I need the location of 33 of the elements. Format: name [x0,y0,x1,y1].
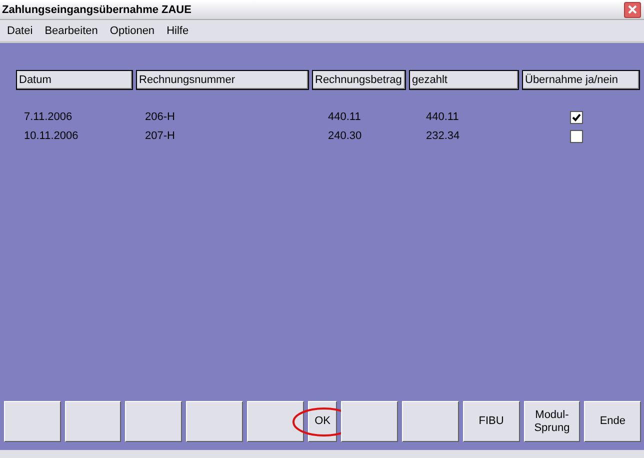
table-cell: 440.11 [328,111,361,123]
column-header: Übernahme ja/nein [522,70,640,90]
empty-button[interactable] [186,401,243,442]
function-button[interactable]: OK [308,401,338,442]
empty-button[interactable] [64,401,122,442]
menu-item[interactable]: Datei [7,24,33,36]
function-button[interactable]: Modul- Sprung [524,401,580,442]
table-cell: 207-H [145,130,175,142]
empty-button[interactable] [246,401,304,442]
table-cell: 232.34 [426,130,460,142]
empty-button[interactable] [4,401,61,442]
menu-item[interactable]: Hilfe [166,24,189,36]
checkbox[interactable] [570,111,583,124]
function-button[interactable]: FIBU [462,401,520,442]
menu-item[interactable]: Optionen [110,24,155,36]
close-button[interactable] [624,2,641,18]
table-cell: 7.11.2006 [24,111,72,123]
empty-button[interactable] [341,401,398,442]
window-title: Zahlungseingangsübernahme ZAUE [2,4,192,16]
column-header: gezahlt [409,70,519,90]
table-cell: 440.11 [426,111,459,123]
table-cell: 240.30 [328,130,362,142]
column-header: Rechnungsbetrag [312,70,406,90]
function-button[interactable]: Ende [584,401,642,442]
column-header: Datum [16,70,133,90]
table-cell: 10.11.2006 [24,130,78,142]
empty-button[interactable] [402,401,459,442]
empty-button[interactable] [125,401,182,442]
column-header: Rechnungsnummer [136,70,309,90]
menu-item[interactable]: Bearbeiten [44,24,98,36]
close-icon [628,5,637,14]
checkbox[interactable] [570,130,583,143]
table-cell: 206-H [145,111,175,123]
